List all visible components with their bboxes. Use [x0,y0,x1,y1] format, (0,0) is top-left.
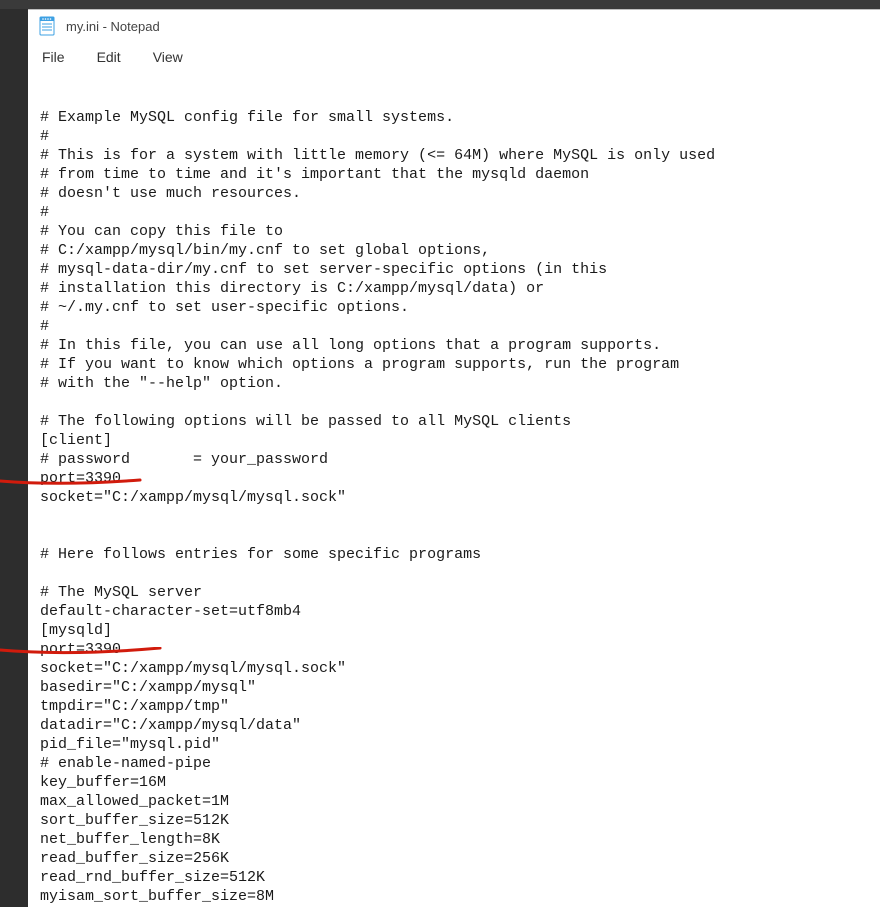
titlebar[interactable]: my.ini - Notepad [28,10,880,42]
editor-content[interactable]: # Example MySQL config file for small sy… [28,72,880,907]
notepad-window: my.ini - Notepad File Edit View # Exampl… [28,9,880,907]
window-title: my.ini - Notepad [66,19,160,34]
menu-view[interactable]: View [153,49,183,65]
menu-edit[interactable]: Edit [97,49,121,65]
menubar: File Edit View [28,42,880,72]
notepad-icon [38,15,56,37]
side-strip [0,9,28,907]
menu-file[interactable]: File [42,49,65,65]
